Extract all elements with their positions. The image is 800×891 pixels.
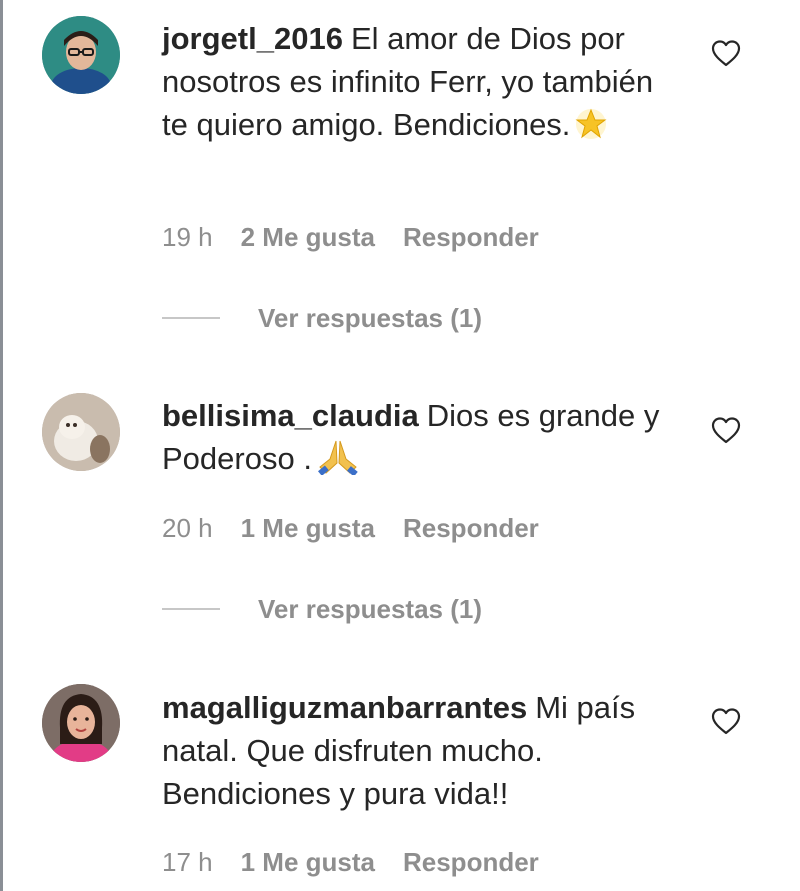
view-replies-label: Ver respuestas (1)	[258, 303, 483, 333]
window-edge	[0, 0, 3, 891]
view-replies-button[interactable]: Ver respuestas (1)	[162, 303, 482, 334]
comment-text-block: magalliguzmanbarrantes Mi país natal. Que…	[162, 686, 682, 815]
heart-outline-icon[interactable]	[710, 416, 742, 444]
likes-count-button[interactable]: 1 Me gusta	[241, 847, 375, 878]
divider-line	[162, 317, 220, 320]
folded-hands-icon	[316, 437, 360, 486]
comment-meta: 20 h 1 Me gusta Responder	[162, 513, 567, 544]
reply-button[interactable]: Responder	[403, 847, 539, 878]
avatar[interactable]	[42, 684, 120, 762]
heart-outline-icon[interactable]	[710, 39, 742, 67]
comment-username[interactable]: bellisima_claudia	[162, 398, 419, 433]
view-replies-button[interactable]: Ver respuestas (1)	[162, 594, 482, 625]
comment-time: 19 h	[162, 222, 213, 252]
avatar[interactable]	[42, 16, 120, 94]
comment-username[interactable]: magalliguzmanbarrantes	[162, 690, 527, 725]
heart-outline-icon[interactable]	[710, 707, 742, 735]
view-replies-label: Ver respuestas (1)	[258, 594, 483, 624]
reply-button[interactable]: Responder	[403, 222, 539, 253]
avatar[interactable]	[42, 393, 120, 471]
comment-time: 20 h	[162, 513, 213, 543]
glowing-star-icon	[574, 107, 608, 152]
divider-line	[162, 608, 220, 611]
likes-count-button[interactable]: 2 Me gusta	[241, 222, 375, 253]
comment-meta: 19 h 2 Me gusta Responder	[162, 222, 567, 253]
comment-meta: 17 h 1 Me gusta Responder	[162, 847, 567, 878]
comment-time: 17 h	[162, 847, 213, 877]
likes-count-button[interactable]: 1 Me gusta	[241, 513, 375, 544]
comment-text-block: jorgetl_2016 El amor de Dios por nosotros…	[162, 17, 682, 152]
comment-text-block: bellisima_claudia Dios es grande y Podero…	[162, 394, 682, 486]
comment-username[interactable]: jorgetl_2016	[162, 21, 343, 56]
reply-button[interactable]: Responder	[403, 513, 539, 544]
